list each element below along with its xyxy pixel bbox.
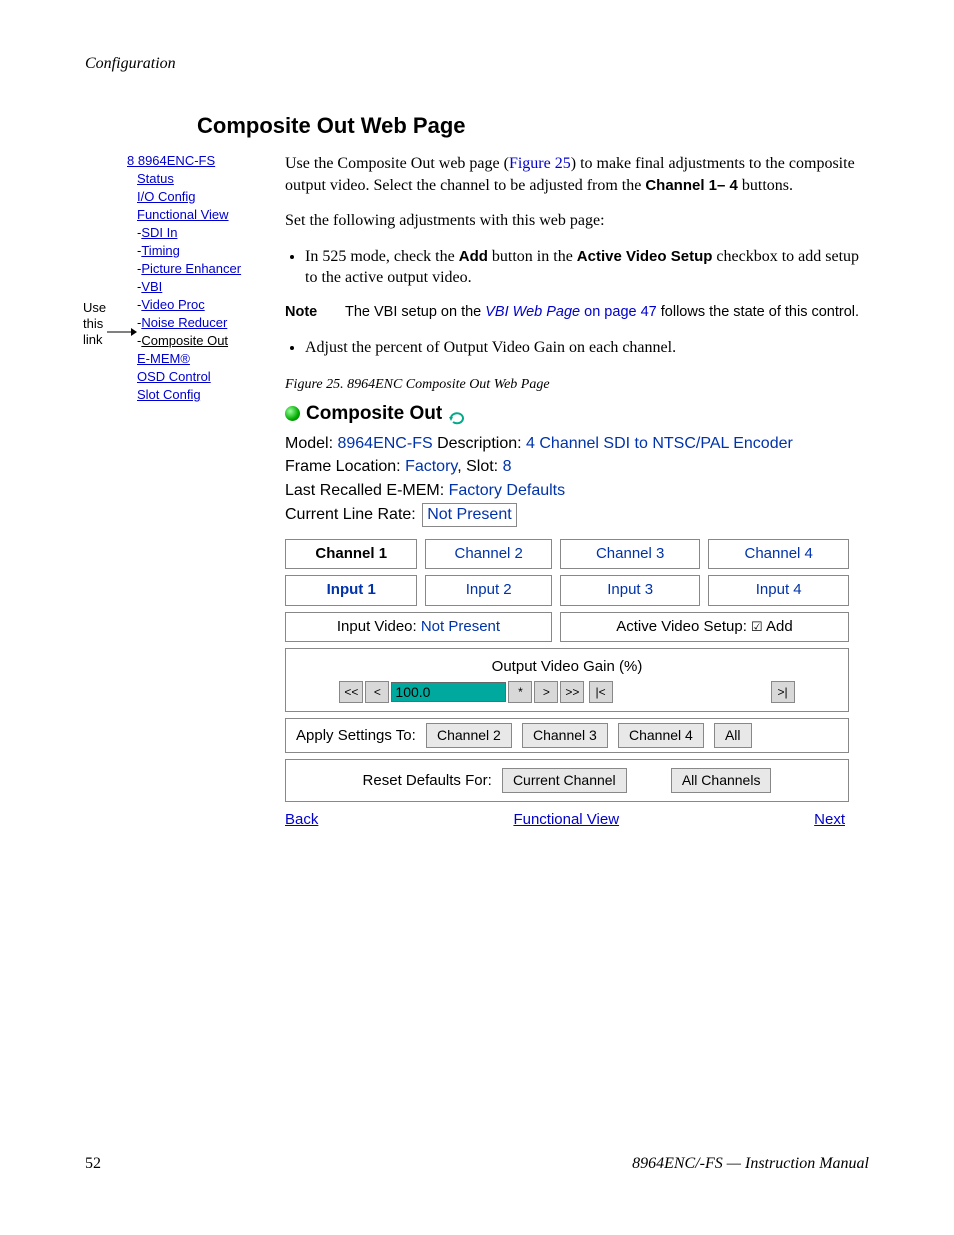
tab-channel-1[interactable]: Channel 1 — [285, 539, 417, 569]
nav-timing[interactable]: Timing — [137, 242, 285, 260]
tab-channel-4[interactable]: Channel 4 — [708, 539, 849, 569]
reset-current-button[interactable]: Current Channel — [502, 768, 627, 793]
output-video-gain-cell: Output Video Gain (%) << < 100.0 * > >> … — [285, 648, 849, 712]
nav-slot-config[interactable]: Slot Config — [137, 386, 285, 404]
nav-emem[interactable]: E-MEM® — [137, 350, 285, 368]
status-led-icon — [285, 406, 300, 421]
section-header: Configuration — [85, 55, 869, 73]
emem-line: Last Recalled E-MEM: Factory Defaults — [285, 480, 869, 502]
gain-value-input[interactable]: 100.0 — [391, 682, 506, 702]
next-link[interactable]: Next — [814, 810, 845, 830]
gain-min-button[interactable]: |< — [589, 681, 613, 703]
input-video-cell: Input Video: Not Present — [285, 612, 552, 642]
gain-reset-button[interactable]: * — [508, 681, 532, 703]
nav-noise-reducer[interactable]: Noise Reducer — [137, 314, 285, 332]
figure-caption: Figure 25. 8964ENC Composite Out Web Pag… — [285, 376, 869, 395]
pointer-arrow-icon — [107, 326, 137, 338]
nav-vbi[interactable]: VBI — [137, 278, 285, 296]
nav-video-proc[interactable]: Video Proc — [137, 296, 285, 314]
tab-channel-2[interactable]: Channel 2 — [425, 539, 552, 569]
gain-fast-inc-button[interactable]: >> — [560, 681, 584, 703]
vbi-page-link[interactable]: VBI Web Page on page 47 — [485, 304, 656, 320]
bullet-2: Adjust the percent of Output Video Gain … — [305, 337, 869, 359]
gain-inc-button[interactable]: > — [534, 681, 558, 703]
nav-status[interactable]: Status — [137, 170, 285, 188]
doc-title-footer: 8964ENC/-FS — Instruction Manual — [632, 1155, 869, 1173]
model-line: Model: 8964ENC-FS Description: 4 Channel… — [285, 433, 869, 455]
page-number: 52 — [85, 1155, 101, 1173]
gain-dec-button[interactable]: < — [365, 681, 389, 703]
apply-settings-cell: Apply Settings To: Channel 2 Channel 3 C… — [285, 718, 849, 753]
web-page-screenshot: Composite Out Model: 8964ENC-FS Descript… — [285, 401, 869, 830]
reset-defaults-cell: Reset Defaults For: Current Channel All … — [285, 759, 849, 802]
nav-composite-out[interactable]: Composite Out — [137, 332, 285, 350]
line-rate-line: Current Line Rate: Not Present — [285, 503, 869, 527]
apply-all-button[interactable]: All — [714, 723, 752, 748]
instructions-paragraph: Set the following adjustments with this … — [285, 210, 869, 232]
apply-ch2-button[interactable]: Channel 2 — [426, 723, 512, 748]
tab-input-1[interactable]: Input 1 — [285, 575, 417, 605]
gain-max-button[interactable]: >| — [771, 681, 795, 703]
back-link[interactable]: Back — [285, 810, 318, 830]
nav-sdi-in[interactable]: SDI In — [137, 224, 285, 242]
functional-view-link[interactable]: Functional View — [513, 810, 619, 830]
page-title: Composite Out Web Page — [197, 113, 869, 139]
nav-functional-view[interactable]: Functional View — [137, 206, 285, 224]
tab-input-4[interactable]: Input 4 — [708, 575, 849, 605]
intro-paragraph: Use the Composite Out web page (Figure 2… — [285, 153, 869, 196]
gain-fast-dec-button[interactable]: << — [339, 681, 363, 703]
webpage-heading: Composite Out — [306, 401, 442, 427]
figure-ref-link[interactable]: Figure 25 — [509, 155, 571, 172]
tab-input-3[interactable]: Input 3 — [560, 575, 700, 605]
nav-picture-enhancer[interactable]: Picture Enhancer — [137, 260, 285, 278]
active-video-setup-cell: Active Video Setup: ☑ Add — [560, 612, 849, 642]
nav-osd-control[interactable]: OSD Control — [137, 368, 285, 386]
apply-ch3-button[interactable]: Channel 3 — [522, 723, 608, 748]
bullet-1: In 525 mode, check the Add button in the… — [305, 246, 869, 289]
tab-input-2[interactable]: Input 2 — [425, 575, 552, 605]
nav-io-config[interactable]: I/O Config — [137, 188, 285, 206]
nav-root[interactable]: 8 8964ENC-FS — [127, 153, 285, 168]
reset-all-button[interactable]: All Channels — [671, 768, 772, 793]
refresh-icon[interactable] — [448, 407, 466, 421]
apply-ch4-button[interactable]: Channel 4 — [618, 723, 704, 748]
note-block: Note The VBI setup on the VBI Web Page o… — [285, 303, 869, 323]
sidebar-nav: Use this link 8 8964ENC-FS Status I/O Co… — [85, 153, 285, 404]
tab-channel-3[interactable]: Channel 3 — [560, 539, 700, 569]
use-this-link-label: Use this link — [83, 300, 106, 348]
add-checkbox[interactable]: ☑ — [751, 619, 763, 634]
frame-line: Frame Location: Factory, Slot: 8 — [285, 456, 869, 478]
